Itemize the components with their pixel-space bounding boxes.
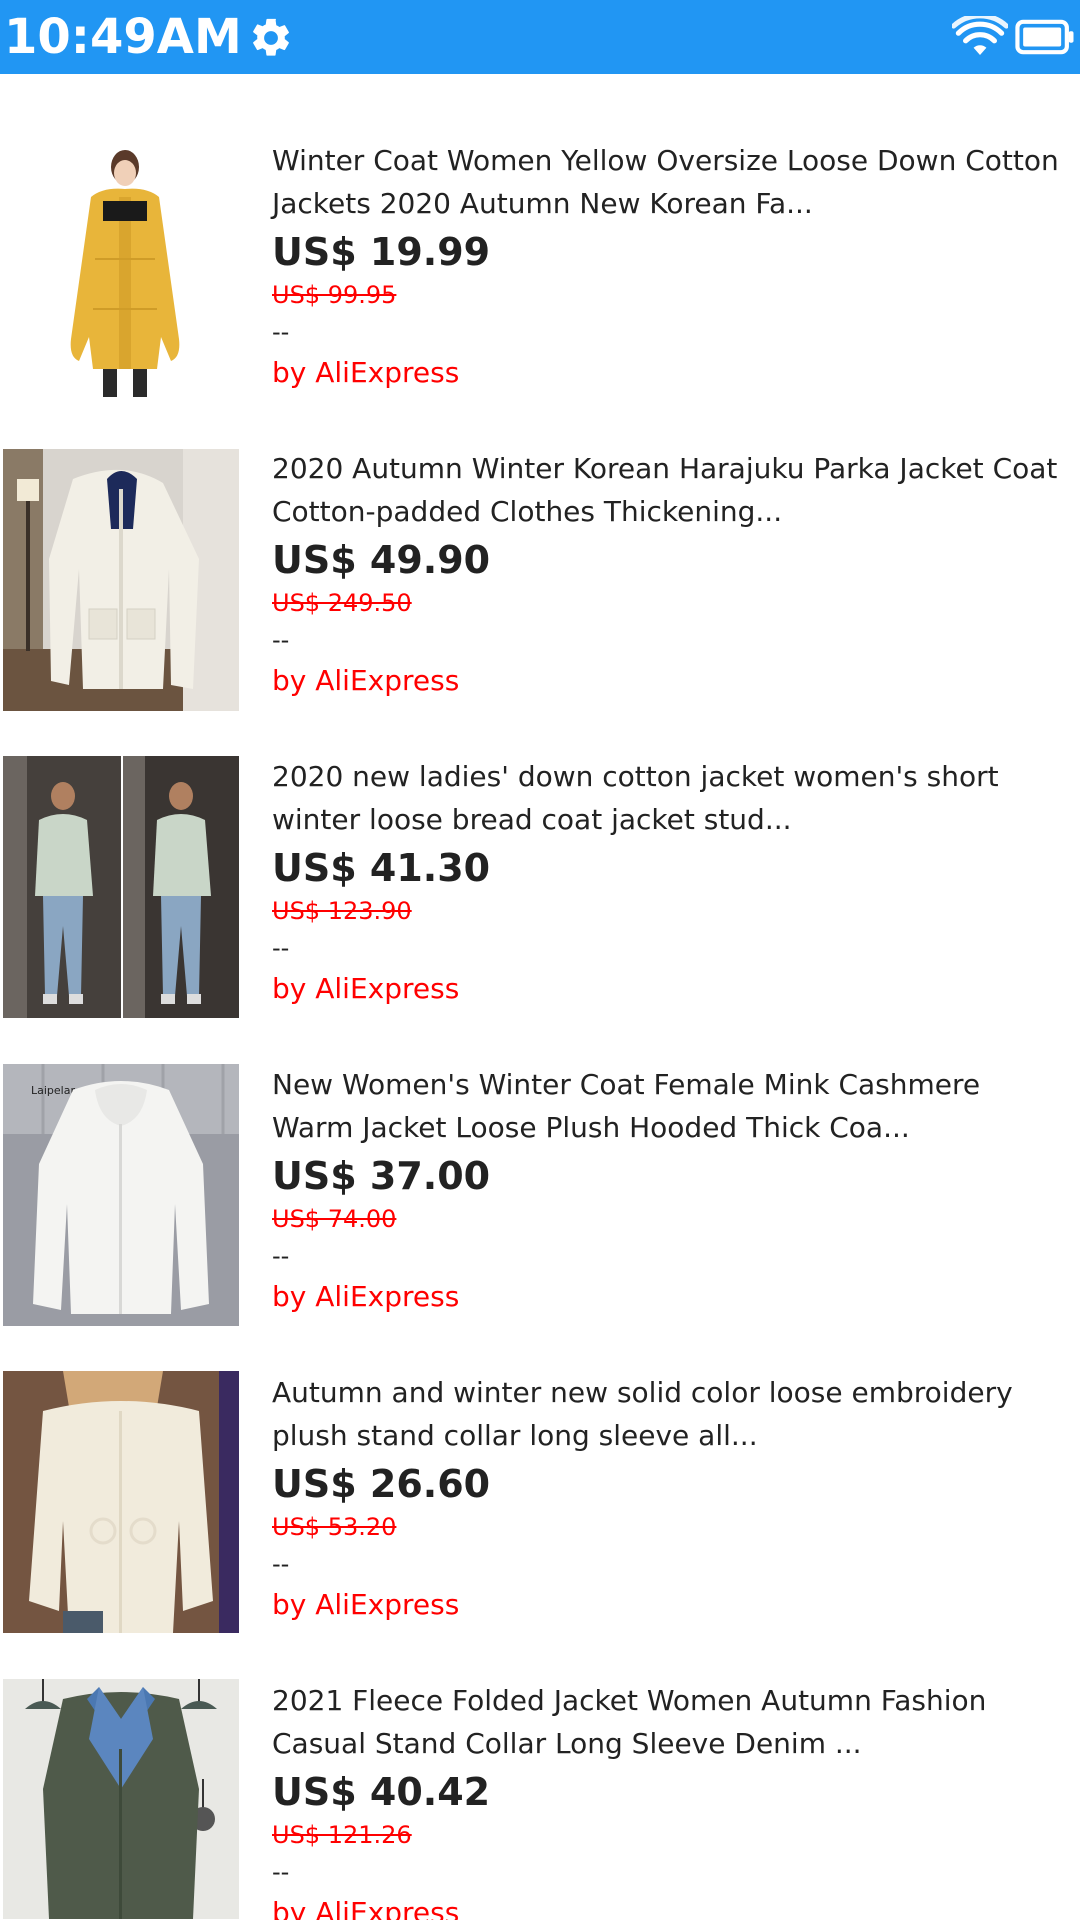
product-item[interactable]: 2021 Fleece Folded Jacket Women Autumn F… xyxy=(0,1679,1080,1920)
product-title[interactable]: 2020 Autumn Winter Korean Harajuku Parka… xyxy=(272,447,1062,533)
product-seller[interactable]: by AliExpress xyxy=(272,351,1062,395)
product-price: US$ 41.30 xyxy=(272,846,491,890)
product-rating: -- xyxy=(272,934,290,962)
product-rating: -- xyxy=(272,626,290,654)
product-info: 2020 new ladies' down cotton jacket wome… xyxy=(272,755,1062,1011)
product-original-price: US$ 99.95 xyxy=(272,281,397,309)
product-rating: -- xyxy=(272,1550,290,1578)
brand-tag: Laipelar xyxy=(31,1084,75,1097)
product-price: US$ 19.99 xyxy=(272,230,491,274)
product-seller[interactable]: by AliExpress xyxy=(272,967,1062,1011)
product-seller[interactable]: by AliExpress xyxy=(272,1583,1062,1627)
product-original-price: US$ 249.50 xyxy=(272,589,412,617)
product-info: Autumn and winter new solid color loose … xyxy=(272,1371,1062,1627)
product-info: Winter Coat Women Yellow Oversize Loose … xyxy=(272,139,1062,395)
product-title[interactable]: 2020 new ladies' down cotton jacket wome… xyxy=(272,755,1062,841)
product-title[interactable]: 2021 Fleece Folded Jacket Women Autumn F… xyxy=(272,1679,1062,1765)
product-title[interactable]: Autumn and winter new solid color loose … xyxy=(272,1371,1062,1457)
product-title[interactable]: New Women's Winter Coat Female Mink Cash… xyxy=(272,1063,1062,1149)
product-item[interactable]: 2020 new ladies' down cotton jacket wome… xyxy=(0,755,1080,1063)
product-info: 2021 Fleece Folded Jacket Women Autumn F… xyxy=(272,1679,1062,1920)
gear-icon xyxy=(253,18,289,56)
battery-icon xyxy=(1015,19,1074,55)
product-price: US$ 49.90 xyxy=(272,538,491,582)
status-time: 10:49AM xyxy=(4,9,242,65)
product-title[interactable]: Winter Coat Women Yellow Oversize Loose … xyxy=(272,139,1062,225)
product-rating: -- xyxy=(272,1242,290,1270)
product-seller[interactable]: by AliExpress xyxy=(272,1891,1062,1920)
product-item[interactable]: Winter Coat Women Yellow Oversize Loose … xyxy=(0,139,1080,447)
product-image[interactable] xyxy=(3,756,239,1018)
product-original-price: US$ 123.90 xyxy=(272,897,412,925)
status-bar: 10:49AM xyxy=(0,0,1080,74)
product-list[interactable]: Winter Coat Women Yellow Oversize Loose … xyxy=(0,74,1080,1920)
product-item[interactable]: 2020 Autumn Winter Korean Harajuku Parka… xyxy=(0,447,1080,755)
product-rating: -- xyxy=(272,318,290,346)
product-price: US$ 37.00 xyxy=(272,1154,491,1198)
product-image[interactable] xyxy=(3,139,239,401)
product-image[interactable] xyxy=(3,1679,239,1919)
product-original-price: US$ 53.20 xyxy=(272,1513,397,1541)
product-original-price: US$ 121.26 xyxy=(272,1821,412,1849)
product-seller[interactable]: by AliExpress xyxy=(272,1275,1062,1319)
product-price: US$ 40.42 xyxy=(272,1770,491,1814)
product-image[interactable]: Laipelar xyxy=(3,1064,239,1326)
product-image[interactable] xyxy=(3,1371,239,1633)
wifi-icon xyxy=(952,16,1008,55)
product-item[interactable]: Autumn and winter new solid color loose … xyxy=(0,1371,1080,1679)
product-info: New Women's Winter Coat Female Mink Cash… xyxy=(272,1063,1062,1319)
product-price: US$ 26.60 xyxy=(272,1462,491,1506)
product-image[interactable] xyxy=(3,449,239,711)
product-rating: -- xyxy=(272,1858,290,1886)
product-info: 2020 Autumn Winter Korean Harajuku Parka… xyxy=(272,447,1062,703)
product-item[interactable]: Laipelar New Women's Winter Coat Female … xyxy=(0,1063,1080,1371)
product-original-price: US$ 74.00 xyxy=(272,1205,397,1233)
product-seller[interactable]: by AliExpress xyxy=(272,659,1062,703)
